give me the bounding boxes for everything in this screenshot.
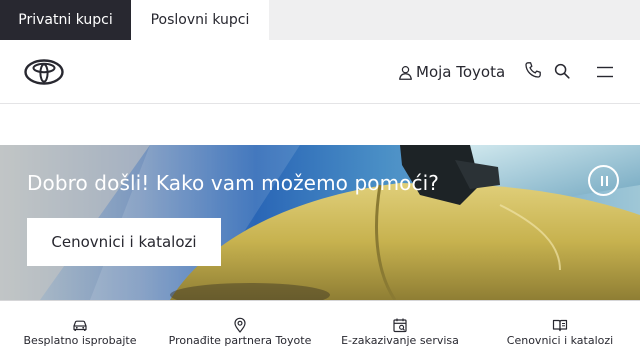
pause-bar-right xyxy=(606,176,608,186)
customer-type-bar: Privatni kupci Poslovni kupci xyxy=(0,0,640,40)
nav-service-booking[interactable]: E-zakazivanje servisa xyxy=(335,301,465,360)
nav-price-lists[interactable]: Cenovnici i katalozi xyxy=(495,301,625,360)
hero-title: Dobro došli! Kako vam možemo pomoći? xyxy=(27,171,439,195)
hero-banner: Dobro došli! Kako vam možemo pomoći? Cen… xyxy=(0,145,640,300)
tab-private-customers[interactable]: Privatni kupci xyxy=(0,0,131,40)
pause-icon[interactable] xyxy=(588,165,619,196)
nav-test-drive-label: Besplatno isprobajte xyxy=(23,334,137,347)
nav-price-lists-label: Cenovnici i katalozi xyxy=(506,334,614,347)
price-lists-button[interactable]: Cenovnici i katalozi xyxy=(27,218,221,266)
site-header: Moja Toyota xyxy=(0,40,640,104)
my-toyota-label: Moja Toyota xyxy=(416,63,506,81)
calendar-icon xyxy=(393,318,407,333)
tab-business-customers[interactable]: Poslovni kupci xyxy=(131,0,269,40)
toyota-logo[interactable] xyxy=(24,59,64,85)
nav-find-dealer[interactable]: Pronađite partnera Toyote xyxy=(165,301,315,360)
my-toyota-link[interactable]: Moja Toyota xyxy=(398,62,505,82)
search-icon[interactable] xyxy=(554,63,570,79)
nav-service-booking-label: E-zakazivanje servisa xyxy=(341,334,459,347)
nav-test-drive[interactable]: Besplatno isprobajte xyxy=(10,301,150,360)
user-icon xyxy=(399,65,412,80)
phone-icon[interactable] xyxy=(524,61,542,79)
nav-find-dealer-label: Pronađite partnera Toyote xyxy=(168,334,312,347)
menu-icon[interactable] xyxy=(596,65,614,79)
book-icon xyxy=(552,319,568,332)
bottom-quick-links: Besplatno isprobajte Pronađite partnera … xyxy=(0,300,640,360)
map-pin-icon xyxy=(234,317,246,333)
car-icon xyxy=(73,320,87,331)
pause-bar-left xyxy=(601,176,603,186)
